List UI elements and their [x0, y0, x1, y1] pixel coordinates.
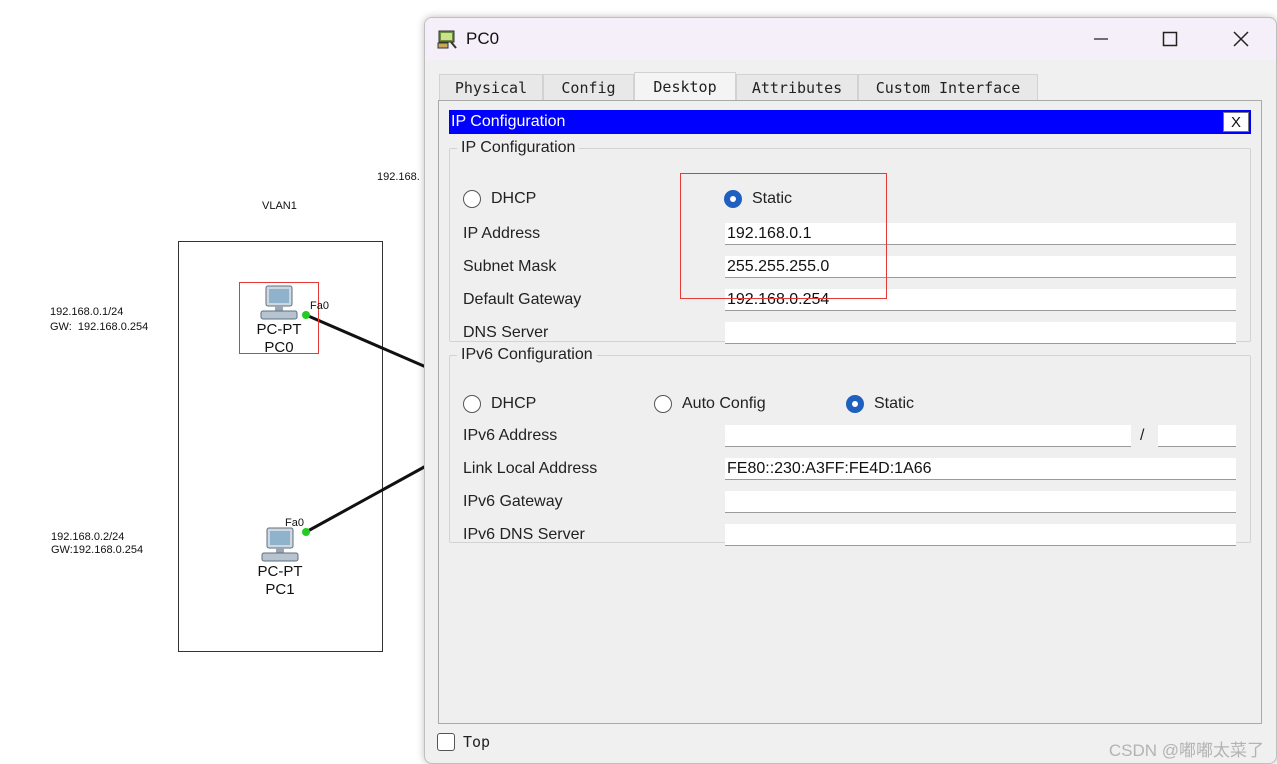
default-gateway-label: Default Gateway [463, 291, 582, 308]
ipv6-address-label: IPv6 Address [463, 427, 558, 444]
pc0-name-label: PC0 [264, 339, 294, 356]
ipv6-auto-config-radio-label: Auto Config [682, 395, 766, 412]
minimize-icon [1094, 38, 1108, 40]
pc1-port-label: Fa0 [285, 517, 304, 529]
pc1-ip-line1: 192.168.0.2/24 [51, 531, 125, 543]
tab-custom-interface[interactable]: Custom Interface [858, 74, 1038, 100]
close-button[interactable] [1206, 18, 1276, 60]
pc0-gw-line: GW: 192.168.0.254 [50, 321, 149, 333]
pc0-type-label: PC-PT [256, 321, 302, 338]
ipv6-config-group: IPv6 Configuration [449, 346, 1251, 543]
tab-config[interactable]: Config [543, 74, 634, 100]
ipv6-dhcp-radio[interactable]: DHCP [463, 395, 536, 413]
pc1-name-label: PC1 [265, 581, 295, 598]
ipv6-auto-config-radio[interactable]: Auto Config [654, 395, 766, 413]
ipv6-dns-server-label: IPv6 DNS Server [463, 526, 585, 543]
tab-physical[interactable]: Physical [439, 74, 543, 100]
pc-computer-icon [260, 285, 298, 320]
dhcp-radio-circle [463, 190, 481, 208]
pc1-type-label: PC-PT [257, 563, 303, 580]
ipv6-dhcp-radio-label: DHCP [491, 395, 537, 412]
link-local-address-label: Link Local Address [463, 460, 598, 477]
minimize-button[interactable] [1066, 18, 1136, 60]
pc1-gw-line: GW:192.168.0.254 [51, 544, 144, 556]
window-title: PC0 [466, 29, 500, 48]
pc0-window: PC0 Physical Config Desktop Attributes C… [424, 17, 1277, 764]
dns-server-label: DNS Server [463, 324, 549, 341]
pc0-port-label: Fa0 [310, 300, 329, 312]
link-local-address-field[interactable] [725, 458, 1236, 480]
static-highlight-box [680, 173, 887, 299]
pc1-node[interactable]: PC-PT PC1 [245, 527, 315, 599]
maximize-button[interactable] [1135, 18, 1205, 60]
vlan-label: VLAN1 [262, 200, 297, 212]
ipv6-auto-config-radio-circle [654, 395, 672, 413]
ipv6-prefix-separator: / [1140, 427, 1145, 444]
pc0-ip-line1: 192.168.0.1/24 [50, 306, 124, 318]
ipv6-static-radio-label: Static [874, 395, 915, 412]
ipv6-gateway-label: IPv6 Gateway [463, 493, 563, 510]
ipv6-prefix-field[interactable] [1158, 425, 1236, 447]
ipv6-static-radio-circle [846, 395, 864, 413]
ipv6-address-field[interactable] [725, 425, 1131, 447]
ipv6-gateway-field[interactable] [725, 491, 1236, 513]
ip-configuration-title: IP Configuration [451, 113, 566, 130]
ip-configuration-bar: IP Configuration X [449, 110, 1251, 134]
pc0-node[interactable]: PC-PT PC0 [244, 285, 314, 357]
pc-computer-icon [261, 527, 299, 562]
desktop-panel: IP Configuration X IP Configuration DHCP… [438, 100, 1262, 724]
dhcp-radio-label: DHCP [491, 190, 537, 207]
ipv6-static-radio[interactable]: Static [846, 395, 914, 413]
ipv4-group-title: IP Configuration [457, 139, 580, 157]
tab-desktop[interactable]: Desktop [634, 72, 736, 101]
ipv6-group-title: IPv6 Configuration [457, 346, 597, 364]
close-icon [1233, 31, 1249, 47]
ip-address-label: IP Address [463, 225, 541, 242]
watermark: CSDN @嘟嘟太菜了 [1108, 741, 1264, 760]
subnet-mask-label: Subnet Mask [463, 258, 557, 275]
dns-server-field[interactable] [725, 322, 1236, 344]
ipv6-dns-server-field[interactable] [725, 524, 1236, 546]
maximize-icon [1162, 31, 1178, 47]
top-checkbox[interactable]: Top [437, 733, 490, 751]
pc-app-icon [437, 30, 457, 49]
dhcp-radio[interactable]: DHCP [463, 190, 536, 208]
ipv6-dhcp-radio-circle [463, 395, 481, 413]
title-bar[interactable]: PC0 [425, 18, 1276, 60]
top-ip-label: 192.168. [377, 171, 420, 183]
top-checkbox-label: Top [463, 733, 491, 751]
ip-configuration-close-button[interactable]: X [1223, 112, 1249, 132]
tab-attributes[interactable]: Attributes [736, 74, 858, 100]
top-checkbox-box[interactable] [437, 733, 455, 751]
